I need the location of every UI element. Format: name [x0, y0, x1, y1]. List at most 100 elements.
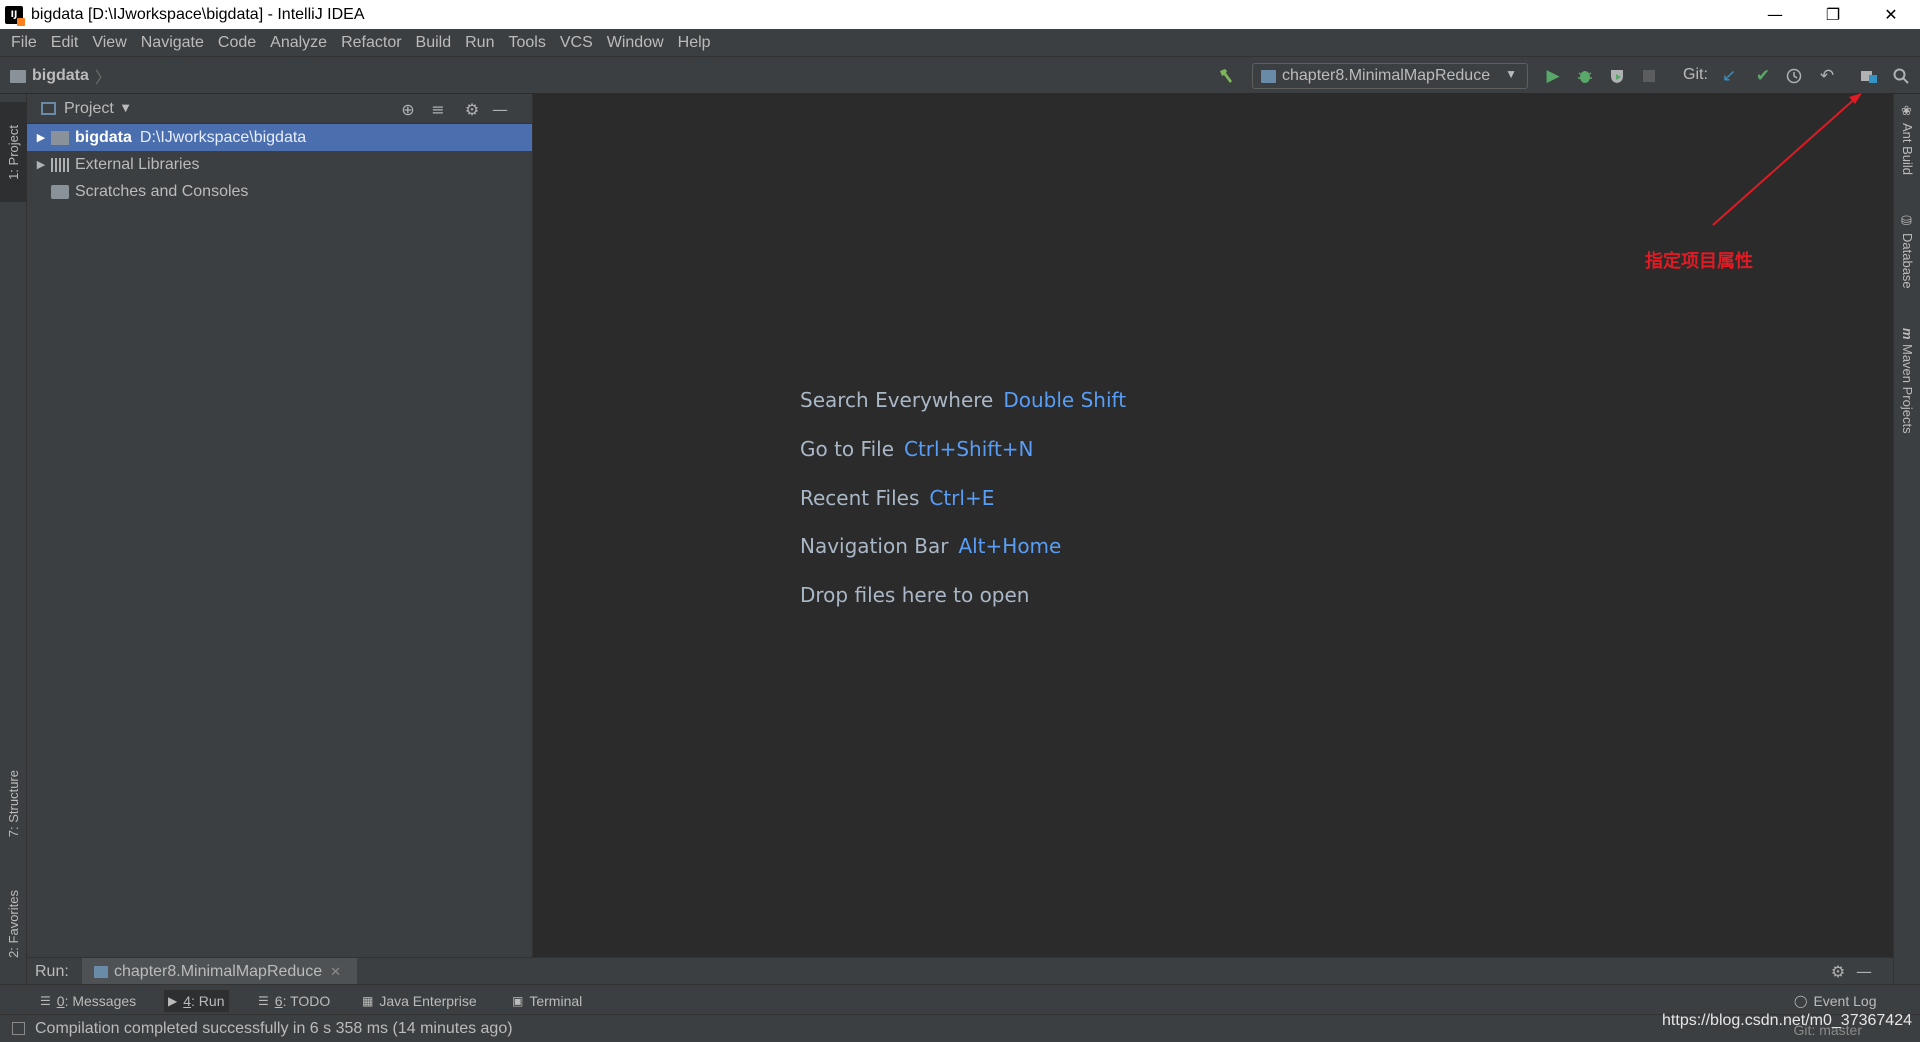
hint-go-to-file: Go to File Ctrl+Shift+N: [800, 437, 1034, 461]
scratches-icon: [51, 184, 69, 199]
ant-icon: ❀: [1900, 104, 1915, 119]
todo-list-icon: ☰: [258, 994, 269, 1008]
hint-shortcut: Alt+Home: [958, 534, 1062, 558]
tool-tab-structure-label: 7: Structure: [6, 770, 21, 838]
menu-navigate[interactable]: Navigate: [134, 34, 211, 52]
hide-panel-icon[interactable]: —: [1853, 961, 1875, 981]
hint-search-everywhere: Search Everywhere Double Shift: [800, 388, 1126, 412]
module-folder-icon: [51, 130, 69, 145]
expand-arrow-icon[interactable]: ▶: [31, 158, 51, 171]
project-view-selector[interactable]: Project: [64, 100, 114, 118]
revert-icon[interactable]: ↶: [1816, 65, 1838, 87]
run-configuration-label: chapter8.MinimalMapReduce: [1282, 67, 1491, 84]
tool-tab-messages[interactable]: ☰ 0: Messages: [36, 990, 140, 1012]
tool-tab-run[interactable]: ▶ 4: Run: [164, 990, 229, 1012]
run-tab[interactable]: chapter8.MinimalMapReduce ✕: [82, 958, 357, 985]
menu-edit[interactable]: Edit: [44, 34, 86, 52]
tree-item-path: D:\IJworkspace\bigdata: [139, 128, 307, 146]
tool-tab-todo[interactable]: ☰ 6: TODO: [254, 990, 334, 1012]
hide-panel-icon[interactable]: —: [489, 99, 511, 119]
tool-tab-favorites[interactable]: 2: Favorites: [0, 874, 27, 974]
maven-icon: m: [1900, 328, 1915, 340]
tool-tab-label: : Run: [191, 993, 225, 1009]
breadcrumb-separator: 〉: [94, 70, 111, 87]
close-icon[interactable]: ✕: [330, 964, 341, 980]
tool-tab-database-label: Database: [1900, 233, 1915, 289]
debug-icon[interactable]: [1574, 65, 1596, 87]
run-configuration-dropdown[interactable]: chapter8.MinimalMapReduce ▼: [1252, 63, 1528, 89]
tool-tab-structure[interactable]: 7: Structure: [0, 754, 27, 854]
stop-icon[interactable]: [1638, 65, 1660, 87]
git-update-icon[interactable]: ↙: [1718, 65, 1740, 87]
tool-tab-database[interactable]: ⛁ Database: [1894, 214, 1920, 289]
locate-target-icon[interactable]: ⊕: [397, 99, 419, 119]
run-icon: ▶: [168, 994, 178, 1008]
restore-button[interactable]: ❐: [1804, 0, 1862, 29]
tool-tab-java-enterprise[interactable]: ▦ Java Enterprise: [358, 990, 481, 1012]
menu-run[interactable]: Run: [458, 34, 501, 52]
toggle-tool-windows-icon[interactable]: [12, 1022, 25, 1035]
build-hammer-icon[interactable]: [1215, 65, 1237, 87]
hint-label: Search Everywhere: [800, 388, 994, 412]
hint-label: Drop files here to open: [800, 583, 1030, 607]
tool-tab-event-log[interactable]: ◯ Event Log: [1790, 990, 1881, 1012]
menu-build[interactable]: Build: [409, 34, 459, 52]
tool-tab-number: 0: [56, 993, 65, 1009]
menu-code[interactable]: Code: [211, 34, 263, 52]
menu-tools[interactable]: Tools: [501, 34, 552, 52]
tree-item-scratches[interactable]: Scratches and Consoles: [27, 178, 532, 205]
project-view-icon: [41, 102, 56, 115]
tool-tab-label: : Messages: [64, 993, 137, 1009]
collapse-all-icon[interactable]: ≡: [427, 99, 449, 119]
tool-tab-label: Terminal: [529, 993, 583, 1009]
status-message: Compilation completed successfully in 6 …: [35, 1019, 513, 1037]
history-icon[interactable]: [1783, 65, 1805, 87]
project-structure-icon[interactable]: [1858, 65, 1880, 87]
terminal-icon: ▣: [512, 994, 524, 1008]
tree-item-external-libraries[interactable]: ▶ External Libraries: [27, 151, 532, 178]
watermark: https://blog.csdn.net/m0_37367424: [1662, 1012, 1912, 1029]
menu-window[interactable]: Window: [600, 34, 671, 52]
tool-tab-ant-build[interactable]: ❀ Ant Build: [1894, 104, 1920, 175]
project-panel: Project ▼ ⊕ ≡ ⚙ — ▶ bigdata D:\IJworkspa…: [27, 94, 533, 957]
tool-tab-ant-build-label: Ant Build: [1900, 123, 1915, 176]
expand-arrow-icon[interactable]: ▶: [31, 131, 51, 144]
tool-tab-label: Event Log: [1813, 993, 1877, 1009]
breadcrumb[interactable]: bigdata 〉: [10, 64, 111, 88]
tool-tab-project[interactable]: 1: Project: [0, 102, 27, 202]
close-button[interactable]: ✕: [1862, 0, 1920, 29]
project-panel-header: Project ▼ ⊕ ≡ ⚙ —: [27, 94, 532, 124]
git-commit-icon[interactable]: ✔: [1752, 65, 1774, 87]
chevron-down-icon[interactable]: ▼: [122, 103, 130, 114]
annotation-text: 指定项目属性: [1645, 251, 1753, 272]
menu-help[interactable]: Help: [671, 34, 718, 52]
messages-icon: ☰: [40, 994, 51, 1008]
menu-view[interactable]: View: [85, 34, 133, 52]
minimize-button[interactable]: —: [1746, 0, 1804, 29]
right-tool-stripe: ❀ Ant Build ⛁ Database m Maven Projects: [1893, 94, 1920, 984]
git-label: Git:: [1683, 66, 1708, 83]
tree-item-bigdata[interactable]: ▶ bigdata D:\IJworkspace\bigdata: [27, 124, 532, 151]
menu-file[interactable]: File: [4, 34, 44, 52]
run-with-coverage-icon[interactable]: [1606, 65, 1628, 87]
menu-analyze[interactable]: Analyze: [263, 34, 334, 52]
tool-tab-label: : TODO: [282, 993, 331, 1009]
breadcrumb-project[interactable]: bigdata: [32, 67, 89, 85]
gear-icon[interactable]: ⚙: [461, 99, 483, 119]
search-icon[interactable]: [1890, 65, 1912, 87]
hint-shortcut: Double Shift: [1003, 388, 1127, 412]
editor-area[interactable]: Search Everywhere Double Shift Go to File…: [534, 94, 1892, 957]
menu-refactor[interactable]: Refactor: [334, 34, 408, 52]
gear-icon[interactable]: ⚙: [1827, 961, 1849, 981]
menu-vcs[interactable]: VCS: [553, 34, 600, 52]
tool-tab-maven-projects[interactable]: m Maven Projects: [1894, 328, 1920, 433]
hint-shortcut: Ctrl+Shift+N: [904, 437, 1034, 461]
tool-tab-terminal[interactable]: ▣ Terminal: [508, 990, 586, 1012]
tool-tab-number: 4: [183, 993, 192, 1009]
application-icon: [94, 965, 108, 978]
window-title: bigdata [D:\IJworkspace\bigdata] - Intel…: [31, 5, 365, 23]
navigation-bar: bigdata 〉 chapter8.MinimalMapReduce ▼ ▶ …: [0, 56, 1920, 94]
run-icon[interactable]: ▶: [1542, 65, 1564, 87]
run-tool-window-header: Run: chapter8.MinimalMapReduce ✕ ⚙ —: [27, 957, 1893, 985]
tool-tab-maven-projects-label: Maven Projects: [1900, 343, 1915, 434]
